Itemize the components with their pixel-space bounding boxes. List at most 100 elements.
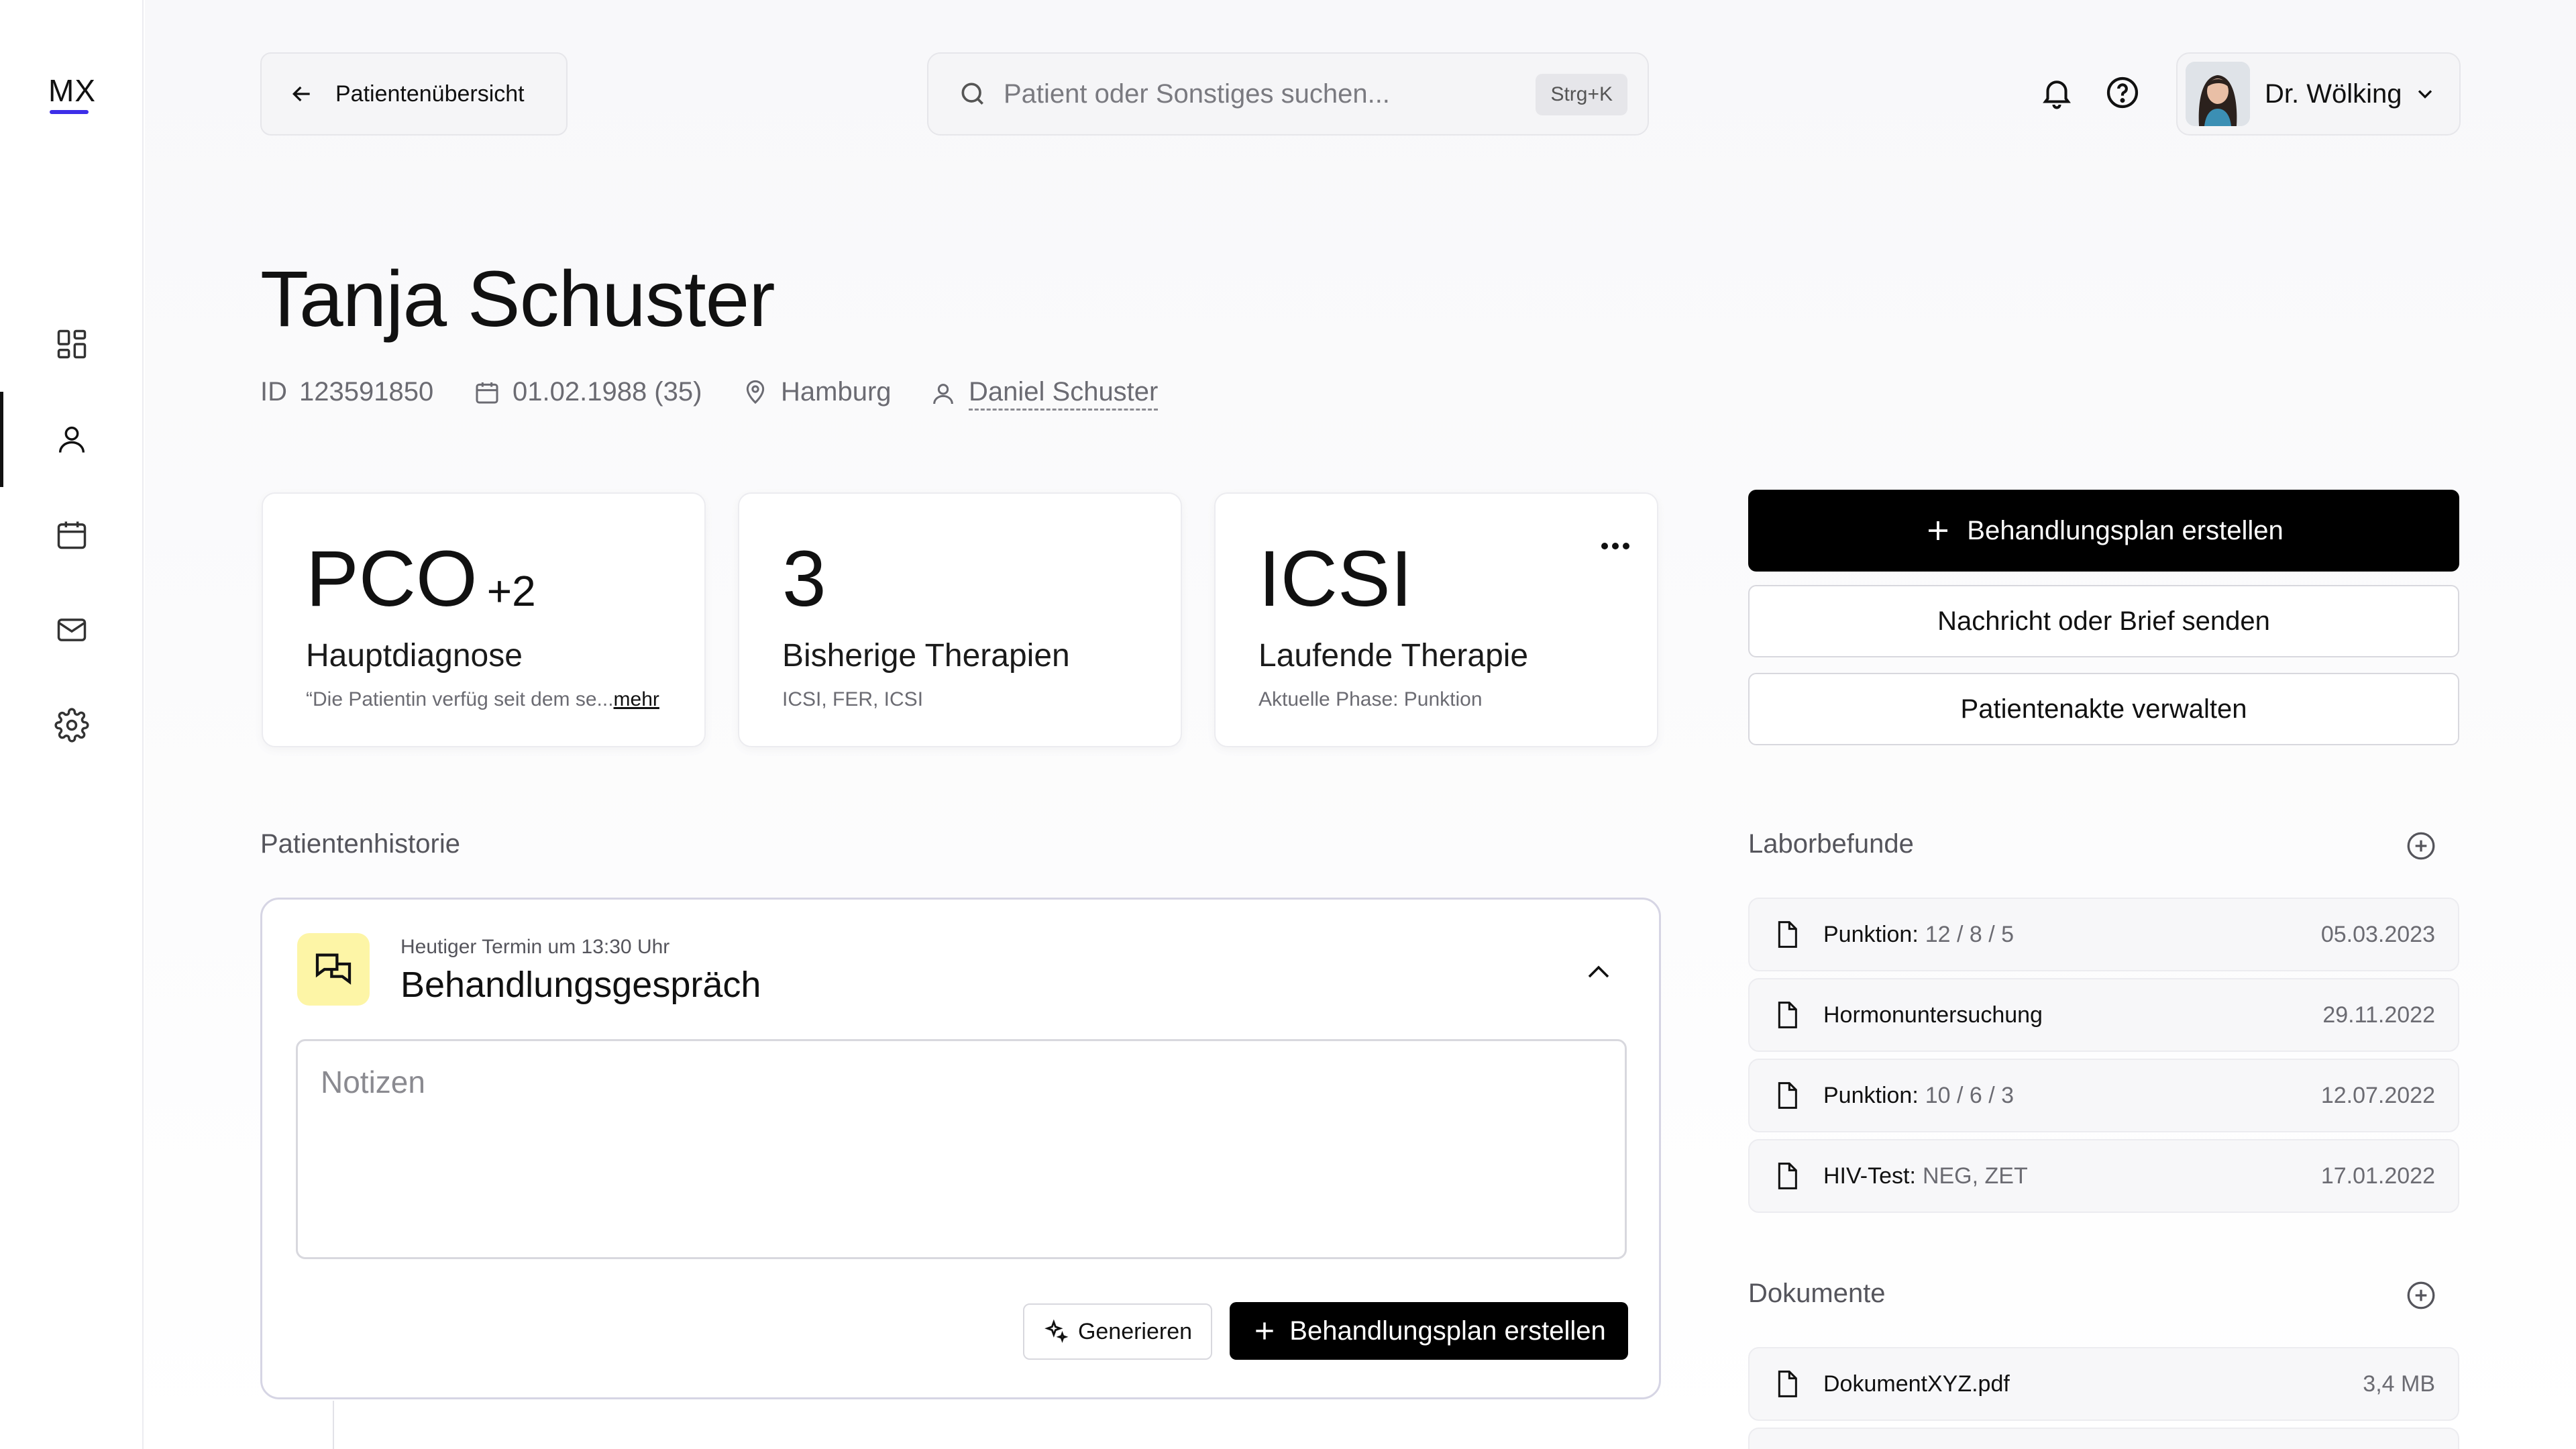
location-pin-icon (742, 379, 769, 406)
user-menu-button[interactable]: Dr. Wölking (2176, 52, 2461, 136)
lab-date: 17.01.2022 (2320, 1163, 2435, 1189)
card-label: Hauptdiagnose (306, 638, 523, 674)
sidebar-item-calendar[interactable] (0, 487, 144, 582)
timeline-connector (333, 1401, 334, 1449)
calendar-icon (474, 379, 500, 406)
lab-name: Punktion: (1823, 1082, 1919, 1108)
sidebar-item-dashboard[interactable] (0, 297, 144, 392)
more-link[interactable]: mehr (614, 688, 659, 710)
page-title: Tanja Schuster (260, 255, 775, 343)
file-icon (1774, 920, 1801, 949)
more-horizontal-icon (1599, 541, 1631, 551)
appointment-time: Heutiger Termin um 13:30 Uhr (400, 936, 670, 958)
file-icon (1774, 1081, 1801, 1110)
history-create-plan-label: Behandlungsplan erstellen (1289, 1316, 1606, 1346)
file-icon (1774, 1369, 1801, 1399)
user-name: Dr. Wölking (2265, 78, 2402, 109)
collapse-button[interactable] (1578, 956, 1619, 989)
card-label: Bisherige Therapien (782, 638, 1070, 674)
card-main-diagnosis[interactable]: PCO +2 Hauptdiagnose “Die Patientin verfü… (262, 492, 706, 747)
logo-underline (50, 110, 89, 114)
notes-input[interactable] (296, 1039, 1627, 1259)
lab-row[interactable]: Punktion: 12 / 8 / 5 05.03.2023 (1748, 898, 2459, 971)
card-sub: Aktuelle Phase: Punktion (1258, 688, 1483, 710)
create-treatment-plan-label: Behandlungsplan erstellen (1967, 515, 2284, 545)
search-input[interactable] (1004, 78, 1513, 109)
create-treatment-plan-button[interactable]: Behandlungsplan erstellen (1748, 490, 2459, 572)
section-title-lab: Laborbefunde (1748, 829, 1914, 859)
birthdate-text: 01.02.1988 (35) (513, 377, 702, 407)
card-sub: ICSI, FER, ICSI (782, 688, 924, 710)
lab-detail: 10 / 6 / 3 (1925, 1082, 2015, 1108)
user-icon (54, 422, 89, 457)
document-size: 3,4 MB (2363, 1371, 2435, 1397)
plus-circle-icon (2404, 1279, 2438, 1312)
search-bar[interactable]: Strg+K (927, 52, 1649, 136)
search-shortcut-badge: Strg+K (1536, 74, 1627, 115)
help-button[interactable] (2102, 72, 2143, 113)
plus-icon (1252, 1318, 1277, 1344)
lab-row[interactable]: Punktion: 10 / 6 / 3 12.07.2022 (1748, 1059, 2459, 1132)
card-value: ICSI (1258, 535, 1413, 623)
diagnosis-extra-count: +2 (486, 567, 536, 615)
chat-bubbles-icon (312, 948, 355, 991)
lab-row[interactable]: Hormonuntersuchung 29.11.2022 (1748, 978, 2459, 1052)
section-title-documents: Dokumente (1748, 1279, 1886, 1308)
add-lab-button[interactable] (2404, 829, 2438, 863)
send-message-button[interactable]: Nachricht oder Brief senden (1748, 585, 2459, 657)
sidebar-item-settings[interactable] (0, 678, 144, 773)
lab-date: 12.07.2022 (2320, 1082, 2435, 1108)
patient-birthdate: 01.02.1988 (35) (474, 377, 702, 407)
document-row[interactable]: DokumentXYZ.pdf 3,4 MB (1748, 1347, 2459, 1421)
sidebar: MX (0, 0, 144, 1449)
back-button[interactable]: Patientenübersicht (260, 52, 568, 136)
avatar (2186, 62, 2250, 126)
user-icon (930, 380, 957, 407)
plus-icon (1924, 517, 1952, 545)
document-row-partial[interactable] (1748, 1428, 2459, 1449)
gear-icon (54, 708, 89, 743)
generate-button[interactable]: Generieren (1023, 1303, 1212, 1360)
card-value: 3 (782, 535, 826, 623)
dashboard-icon (54, 327, 89, 362)
patient-partner[interactable]: Daniel Schuster (930, 377, 1159, 411)
lab-name: Punktion: (1823, 921, 1919, 947)
city-text: Hamburg (781, 377, 892, 407)
plus-circle-icon (2404, 829, 2438, 863)
add-document-button[interactable] (2404, 1279, 2438, 1312)
document-name: DokumentXYZ.pdf (1823, 1371, 2010, 1397)
appointment-title: Behandlungsgespräch (400, 965, 761, 1005)
lab-date: 29.11.2022 (2322, 1002, 2435, 1028)
mail-icon (54, 612, 89, 647)
sidebar-item-messages[interactable] (0, 582, 144, 678)
partner-link[interactable]: Daniel Schuster (969, 377, 1159, 411)
history-create-plan-button[interactable]: Behandlungsplan erstellen (1230, 1302, 1628, 1360)
more-options-button[interactable] (1595, 533, 1635, 559)
history-entry: Heutiger Termin um 13:30 Uhr Behandlungs… (260, 898, 1661, 1399)
card-sub: “Die Patientin verfüg seit dem se...mehr (306, 688, 659, 711)
logo-text: MX (48, 73, 96, 108)
chevron-up-icon (1582, 957, 1615, 989)
lab-detail: 12 / 8 / 5 (1925, 921, 2015, 947)
patient-id-value: 123591850 (299, 377, 434, 407)
lab-name: HIV-Test: (1823, 1163, 1916, 1189)
sparkles-icon (1043, 1319, 1069, 1344)
help-circle-icon (2104, 74, 2141, 111)
sidebar-item-patients[interactable] (0, 392, 144, 487)
calendar-icon (54, 517, 89, 552)
app-logo[interactable]: MX (48, 74, 95, 114)
notifications-button[interactable] (2037, 72, 2077, 113)
lab-row[interactable]: HIV-Test: NEG, ZET 17.01.2022 (1748, 1139, 2459, 1213)
card-previous-therapies[interactable]: 3 Bisherige Therapien ICSI, FER, ICSI (738, 492, 1182, 747)
lab-name: Hormonuntersuchung (1823, 1002, 2043, 1028)
manage-record-button[interactable]: Patientenakte verwalten (1748, 673, 2459, 745)
diagnosis-value: PCO (306, 535, 478, 623)
diagnosis-note: “Die Patientin verfüg seit dem se... (306, 688, 614, 710)
patient-city: Hamburg (742, 377, 892, 407)
bell-icon (2039, 74, 2075, 111)
back-button-label: Patientenübersicht (335, 80, 525, 107)
card-current-therapy[interactable]: ICSI Laufende Therapie Aktuelle Phase: P… (1214, 492, 1658, 747)
card-label: Laufende Therapie (1258, 638, 1529, 674)
patient-id-label: ID (260, 377, 287, 407)
arrow-left-icon (288, 80, 315, 107)
